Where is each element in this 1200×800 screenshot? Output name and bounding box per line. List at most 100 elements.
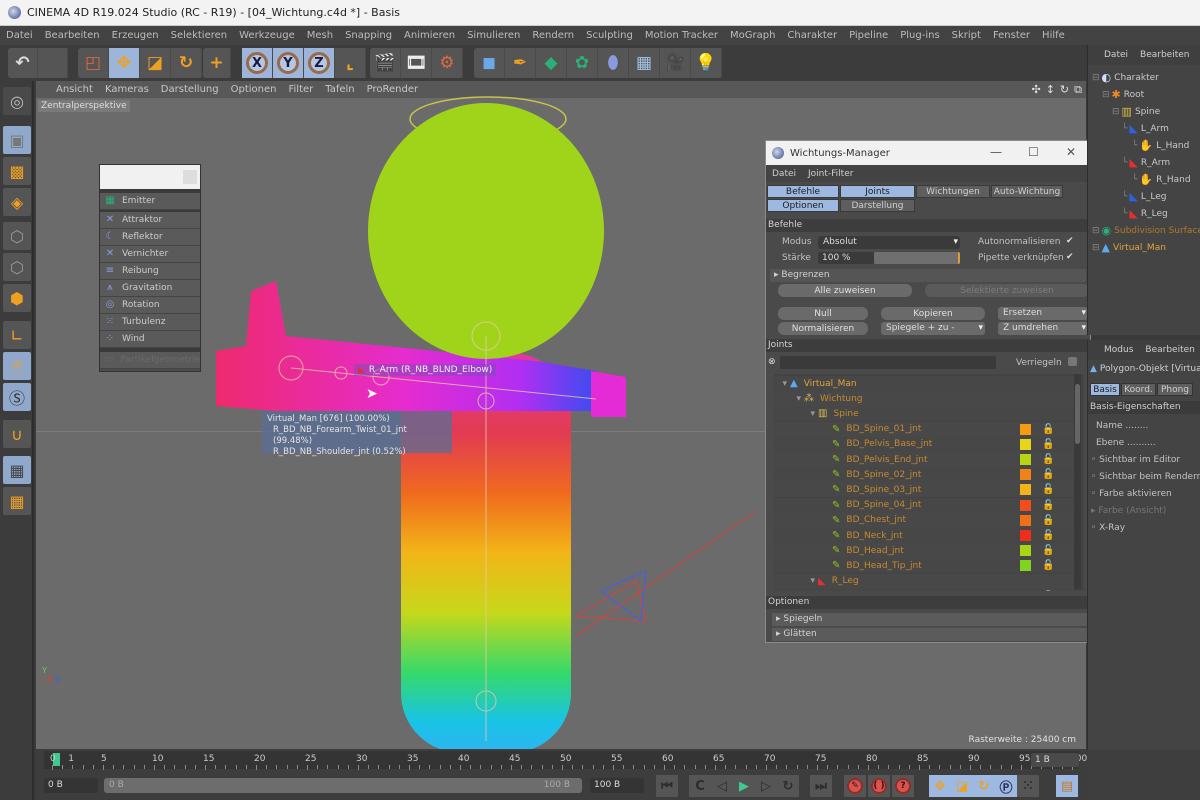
workplane-lock-icon[interactable]: ▦ [3, 456, 31, 484]
expand-toggle-icon[interactable]: └ [1122, 124, 1127, 134]
joint-tree-row[interactable]: ▾ ◣ R_Leg [774, 573, 1074, 589]
joint-tree-row[interactable]: ✎ BD_Neck_jnt 🔓 [774, 528, 1074, 543]
tab-optionen[interactable]: Optionen [767, 199, 839, 212]
joint-color-swatch[interactable] [1020, 530, 1031, 541]
fps-field[interactable]: 1 B [1031, 753, 1079, 767]
live-selection-icon[interactable]: ◰ [78, 48, 109, 78]
joint-color-swatch[interactable] [1020, 454, 1031, 465]
joint-tree-row[interactable]: ✎ BD_Spine_01_jnt 🔓 [774, 421, 1074, 437]
kopieren-button[interactable]: Kopieren [881, 307, 985, 320]
minimize-button[interactable]: — [990, 145, 1002, 159]
wm-menu-datei[interactable]: Datei [772, 169, 796, 179]
cube-primitive-icon[interactable]: ◼ [474, 48, 505, 78]
previous-key-button[interactable]: C [689, 775, 711, 797]
joint-tree-row[interactable]: ✎ BD_Spine_04_jnt 🔓 [774, 497, 1074, 513]
lock-icon[interactable]: 🔓 [1042, 545, 1054, 556]
popup-item-gravitation[interactable]: ⩚ Gravitation [100, 280, 200, 297]
camera-icon[interactable]: 🎥 [660, 48, 691, 78]
render-picture-viewer-icon[interactable]: 🎞 [401, 48, 432, 78]
record-rotation-button[interactable]: ↻ [973, 775, 995, 797]
popup-item-wind[interactable]: ⁘ Wind [100, 331, 200, 348]
joint-tree-scrollbar[interactable] [1074, 374, 1081, 589]
joint-color-swatch[interactable] [1020, 560, 1031, 572]
joint-tree-row[interactable]: ✎ BD_Pelvis_End_jnt 🔓 [774, 452, 1074, 467]
joint-tree-row[interactable]: ▾ ⁂ Wichtung [774, 391, 1074, 407]
object-tree-item[interactable]: └ ✋ L_Hand [1132, 139, 1189, 152]
lock-icon[interactable]: 🔓 [1042, 454, 1054, 465]
menu-skript[interactable]: Skript [952, 30, 981, 41]
points-mode-icon[interactable]: ⬡ [3, 222, 31, 250]
deformer-icon[interactable]: ⬮ [598, 48, 629, 78]
z-axis-lock-icon[interactable]: Z [304, 48, 335, 78]
joint-color-swatch[interactable] [1020, 514, 1031, 526]
expand-toggle-icon[interactable]: └ [1122, 209, 1127, 219]
tab-befehle[interactable]: Befehle [767, 185, 839, 198]
move-icon[interactable]: ✥ [109, 48, 140, 78]
play-button[interactable]: ▶ [733, 775, 755, 797]
menu-mesh[interactable]: Mesh [307, 30, 333, 41]
record-position-button[interactable]: ✥ [929, 775, 951, 797]
spiegeln-section[interactable]: ▸ Spiegeln [772, 613, 1088, 626]
rotate-icon[interactable]: ↻ [171, 48, 202, 78]
lock-icon[interactable]: 🔓 [1042, 560, 1054, 571]
expand-toggle-icon[interactable]: └ [1132, 141, 1137, 151]
snap-magnet-icon[interactable]: ∪ [3, 420, 31, 448]
menu-snapping[interactable]: Snapping [345, 30, 392, 41]
redo-icon[interactable] [38, 48, 68, 78]
previous-frame-button[interactable]: ◁ [711, 775, 733, 797]
popup-header[interactable] [100, 165, 200, 189]
menu-erzeugen[interactable]: Erzeugen [112, 30, 159, 41]
y-axis-lock-icon[interactable]: Y [273, 48, 304, 78]
attr-row-ebene[interactable]: Ebene .......... [1096, 438, 1156, 448]
autokey-button[interactable]: ( ) [868, 775, 890, 797]
joint-tree-row[interactable]: ✎ BD_Pelvis_Base_jnt 🔓 [774, 436, 1074, 452]
workplane-mode-icon[interactable]: ◈ [3, 188, 31, 216]
mograph-cloner-icon[interactable]: ✿ [567, 48, 598, 78]
weight-manager-titlebar[interactable]: Wichtungs-Manager — ☐ ✕ [766, 141, 1090, 165]
modus-dropdown[interactable]: Absolut [818, 236, 960, 249]
undo-icon[interactable]: ↶ [8, 48, 38, 78]
wm-menu-joint-filter[interactable]: Joint-Filter [808, 169, 853, 179]
om-menu-datei[interactable]: Datei [1104, 50, 1128, 60]
joint-tree-row[interactable]: ▾ ▲ Virtual_Man [774, 376, 1074, 391]
joint-tree-row[interactable]: ✎ BD_Chest_jnt 🔓 [774, 512, 1074, 528]
menu-bearbeiten[interactable]: Bearbeiten [45, 30, 100, 41]
expand-toggle-icon[interactable]: ⊟ [1102, 90, 1110, 100]
expand-toggle-icon[interactable]: ⊟ [1092, 226, 1100, 236]
menu-fenster[interactable]: Fenster [993, 30, 1030, 41]
menu-animieren[interactable]: Animieren [404, 30, 455, 41]
spiegele-dropdown[interactable]: Spiegele + zu - [881, 322, 985, 335]
lock-icon[interactable]: 🔓 [1042, 469, 1054, 480]
begrenzen-section[interactable]: ▸ Begrenzen [770, 269, 1086, 282]
object-tree-item[interactable]: ⊟ ✱ Root [1102, 88, 1144, 101]
menu-plugins[interactable]: Plug-ins [900, 30, 939, 41]
expand-toggle-icon[interactable]: ⊟ [1092, 73, 1100, 83]
make-editable-icon[interactable]: ◎ [3, 87, 31, 115]
menu-mograph[interactable]: MoGraph [730, 30, 775, 41]
verriegeln-checkbox[interactable] [1068, 357, 1077, 366]
maximize-button[interactable]: ☐ [1028, 145, 1039, 159]
popup-item-vernichter[interactable]: ✕ Vernichter [100, 246, 200, 263]
expand-toggle-icon[interactable]: ⊟ [1112, 107, 1120, 117]
popup-item-turbulenz[interactable]: ⁙ Turbulenz [100, 314, 200, 331]
staerke-input[interactable]: 100 % [818, 252, 874, 264]
pen-spline-icon[interactable]: ✒ [505, 48, 536, 78]
lock-icon[interactable]: 🔓 [1042, 500, 1054, 511]
close-button[interactable]: ✕ [1066, 145, 1076, 159]
tweak-mode-icon[interactable]: 🖱 [3, 352, 31, 380]
joint-tree-row[interactable]: ▾ ▥ Spine [774, 406, 1074, 422]
lock-icon[interactable]: 🔓 [1042, 424, 1054, 435]
popup-item-reflektor[interactable]: ☾ Reflektor [100, 229, 200, 246]
record-parameter-button[interactable]: Ⓟ [995, 775, 1017, 797]
lock-icon[interactable]: 🔓 [1042, 530, 1054, 541]
scale-icon[interactable]: ◪ [140, 48, 171, 78]
timeline-window-button[interactable]: ▤ [1056, 775, 1078, 797]
texture-mode-icon[interactable]: ▩ [3, 157, 31, 185]
staerke-slider[interactable] [874, 252, 960, 264]
keyframe-selection-button[interactable]: ? [892, 775, 914, 797]
joint-color-swatch[interactable] [1020, 469, 1031, 481]
clear-search-icon[interactable]: ⊗ [768, 357, 776, 367]
polygons-mode-icon[interactable]: ⬢ [3, 284, 31, 312]
joint-tree-row[interactable]: ✎ BD_Spine_02_jnt 🔓 [774, 467, 1074, 483]
joint-color-swatch[interactable] [1020, 484, 1031, 496]
